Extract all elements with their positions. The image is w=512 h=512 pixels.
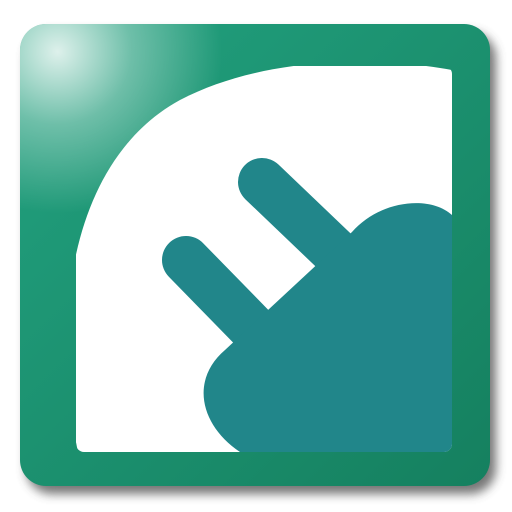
app-icon-canvas — [0, 0, 512, 512]
power-plug-app-icon — [20, 24, 496, 494]
